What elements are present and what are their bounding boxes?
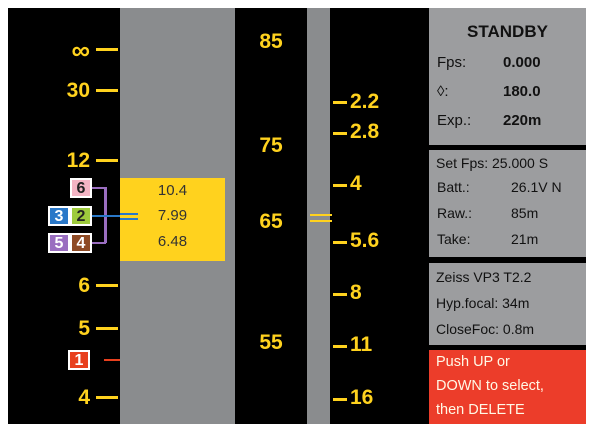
marker-connector <box>92 242 106 244</box>
marker-4[interactable]: 4 <box>70 233 92 253</box>
fstop-tick <box>333 101 347 104</box>
battery-row: Batt.: 26.1V N <box>429 179 586 199</box>
marker-2[interactable]: 2 <box>70 206 92 226</box>
settings-panel: Set Fps: 25.000 S Batt.: 26.1V N Raw.: 8… <box>429 150 586 257</box>
marker-connector <box>104 359 120 361</box>
marker-connector <box>92 187 106 189</box>
shutter-value: 180.0 <box>503 83 541 100</box>
raw-row: Raw.: 85m <box>429 205 586 225</box>
distance-tick <box>96 89 118 92</box>
exposure-row: Exp.: 220m <box>429 112 586 134</box>
fstop-tick <box>333 345 347 348</box>
marker-3[interactable]: 3 <box>48 206 70 226</box>
instruction-panel: Push UP or DOWN to select, then DELETE <box>429 350 586 424</box>
fstop-scale-track <box>307 8 330 424</box>
distance-label-30: 30 <box>66 79 90 102</box>
fps-value: 0.000 <box>503 54 541 71</box>
fstop-tick <box>333 132 347 135</box>
fps-label: Fps: <box>437 54 467 71</box>
fstop-label-8: 8 <box>350 281 362 304</box>
fps-row: Fps: 0.000 <box>429 54 586 76</box>
marker-6[interactable]: 6 <box>70 178 92 198</box>
instruction-line-1: Push UP or <box>436 354 510 370</box>
take-label: Take: <box>437 231 471 247</box>
fstop-tick <box>333 293 347 296</box>
marker-1[interactable]: 1 <box>68 350 90 370</box>
center-label-65: 65 <box>259 210 283 233</box>
set-fps-row: Set Fps: 25.000 S <box>436 155 549 171</box>
raw-value: 85m <box>511 205 539 221</box>
focus-far-value: 10.4 <box>157 182 188 199</box>
distance-label-5: 5 <box>78 317 90 340</box>
take-row: Take: 21m <box>429 231 586 251</box>
battery-value: 26.1V N <box>511 179 562 195</box>
distance-tick <box>96 327 118 330</box>
distance-label-infinity: ∞ <box>71 35 90 65</box>
distance-label-6: 6 <box>78 274 90 297</box>
fstop-label-4: 4 <box>350 172 362 195</box>
focus-pointer <box>120 218 138 220</box>
exposure-value: 220m <box>503 112 542 129</box>
battery-label: Batt.: <box>437 179 470 195</box>
status-title: STANDBY <box>467 22 548 41</box>
exposure-label: Exp.: <box>437 112 472 129</box>
lens-panel: Zeiss VP3 T2.2 Hyp.focal: 34m CloseFoc: … <box>429 263 586 345</box>
lens-name: Zeiss VP3 T2.2 <box>436 269 532 285</box>
instruction-line-2: DOWN to select, <box>436 378 544 394</box>
instruction-line-3: then DELETE <box>436 402 525 418</box>
focus-near-value: 6.48 <box>157 233 188 250</box>
close-focus-distance: CloseFoc: 0.8m <box>436 321 535 337</box>
fstop-label-2.2: 2.2 <box>350 90 380 113</box>
marker-connector <box>92 215 122 217</box>
distance-tick <box>96 284 118 287</box>
focus-current-value: 7.99 <box>157 207 188 224</box>
raw-label: Raw.: <box>437 205 473 221</box>
shutter-angle-icon: ◊: <box>437 83 449 100</box>
center-marker <box>310 220 332 222</box>
fstop-tick <box>333 398 347 401</box>
distance-tick <box>96 396 118 399</box>
center-label-55: 55 <box>259 331 283 354</box>
shutter-row: ◊: 180.0 <box>429 83 586 105</box>
fstop-tick <box>333 241 347 244</box>
center-marker <box>310 214 332 216</box>
take-value: 21m <box>511 231 539 247</box>
focus-pointer <box>120 213 138 215</box>
distance-label-12: 12 <box>66 149 90 172</box>
status-panel: STANDBY Fps: 0.000 ◊: 180.0 Exp.: 220m <box>429 8 586 145</box>
distance-label-4: 4 <box>78 386 90 409</box>
distance-tick <box>96 159 118 162</box>
fstop-label-2.8: 2.8 <box>350 120 380 143</box>
fstop-label-16: 16 <box>350 386 374 409</box>
fstop-label-11: 11 <box>350 333 373 356</box>
fstop-tick <box>333 184 347 187</box>
display-screen: ∞ 30 12 6 5 4 6 3 2 5 4 1 10.4 7.99 6.48 <box>8 8 586 424</box>
hyperfocal-distance: Hyp.focal: 34m <box>436 295 530 311</box>
marker-5[interactable]: 5 <box>48 233 70 253</box>
center-label-75: 75 <box>259 134 283 157</box>
center-label-85: 85 <box>259 30 283 53</box>
distance-tick <box>96 48 118 51</box>
fstop-label-5.6: 5.6 <box>350 229 380 252</box>
